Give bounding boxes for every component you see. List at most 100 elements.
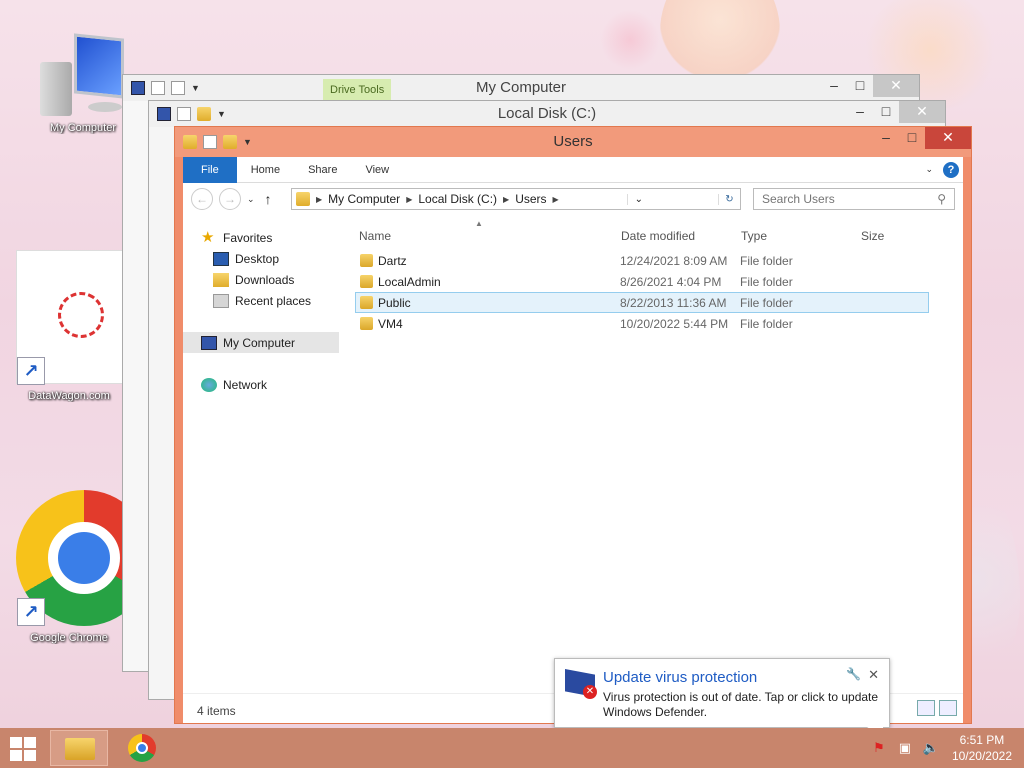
new-folder-icon[interactable] bbox=[223, 135, 237, 149]
desktop-icon-google-chrome[interactable]: Google Chrome bbox=[14, 632, 124, 644]
error-icon: ✕ bbox=[583, 685, 597, 699]
title-bar[interactable]: ▼ Local Disk (C:) – □ ✕ bbox=[149, 101, 945, 127]
details-view-icon[interactable] bbox=[917, 700, 935, 716]
nav-downloads[interactable]: Downloads bbox=[183, 269, 343, 290]
nav-favorites[interactable]: ★ Favorites bbox=[183, 227, 343, 248]
folder-icon bbox=[360, 275, 373, 288]
volume-icon[interactable]: 🔈 bbox=[922, 740, 940, 756]
nav-my-computer[interactable]: My Computer bbox=[183, 332, 339, 353]
network-status-icon[interactable]: ▣ bbox=[896, 740, 914, 756]
notification-title: Update virus protection bbox=[603, 669, 758, 686]
nav-recent-places[interactable]: Recent places bbox=[183, 290, 343, 311]
large-icons-view-icon[interactable] bbox=[939, 700, 957, 716]
file-row-vm4[interactable]: VM4 10/20/2022 5:44 PM File folder bbox=[355, 313, 929, 334]
ribbon-tabs: File Home Share View ⌄ ? bbox=[183, 156, 963, 183]
file-type: File folder bbox=[740, 296, 793, 310]
properties-icon[interactable] bbox=[177, 107, 191, 121]
minimize-button[interactable]: – bbox=[821, 75, 847, 97]
folder-icon bbox=[360, 254, 373, 267]
breadcrumb-separator-icon[interactable]: ▶ bbox=[503, 195, 509, 204]
chevron-down-icon[interactable]: ▼ bbox=[191, 83, 200, 93]
help-icon[interactable]: ? bbox=[943, 161, 959, 178]
nav-label: Downloads bbox=[235, 272, 295, 287]
start-button[interactable] bbox=[10, 737, 36, 761]
file-type: File folder bbox=[740, 254, 793, 268]
folder-icon bbox=[360, 296, 373, 309]
breadcrumb-local-disk[interactable]: Local Disk (C:) bbox=[418, 192, 497, 206]
sort-ascending-icon: ▲ bbox=[475, 219, 483, 228]
window-title: My Computer bbox=[475, 79, 567, 96]
taskbar-file-explorer[interactable] bbox=[50, 730, 108, 766]
star-icon: ★ bbox=[201, 228, 215, 246]
window-title: Local Disk (C:) bbox=[497, 105, 597, 122]
chevron-down-icon[interactable]: ▼ bbox=[243, 137, 252, 147]
breadcrumb-separator-icon[interactable]: ▶ bbox=[406, 195, 412, 204]
nav-network[interactable]: Network bbox=[183, 374, 343, 395]
column-header-size[interactable]: Size bbox=[861, 229, 884, 243]
tab-file[interactable]: File bbox=[183, 156, 237, 183]
address-bar[interactable]: ▶ My Computer ▶ Local Disk (C:) ▶ Users … bbox=[291, 188, 741, 210]
expand-ribbon-icon[interactable]: ⌄ bbox=[925, 164, 933, 175]
breadcrumb-my-computer[interactable]: My Computer bbox=[328, 192, 400, 206]
desktop-icon-datawagon[interactable]: DataWagon.com bbox=[14, 390, 124, 402]
close-button[interactable]: ✕ bbox=[873, 75, 919, 97]
title-bar[interactable]: ▼ Users – □ ✕ bbox=[175, 127, 971, 157]
forward-button[interactable]: → bbox=[219, 188, 241, 210]
action-center-flag-icon[interactable]: ⚑ bbox=[870, 740, 888, 756]
search-icon[interactable]: ⚲ bbox=[937, 192, 946, 206]
tab-view[interactable]: View bbox=[351, 157, 403, 183]
file-row-public[interactable]: Public 8/22/2013 11:36 AM File folder bbox=[355, 292, 929, 313]
column-headers: Name ▲ Date modified Type Size bbox=[351, 219, 963, 247]
column-header-name[interactable]: Name bbox=[359, 229, 391, 243]
properties-icon[interactable] bbox=[203, 135, 217, 149]
drive-tools-tab[interactable]: Drive Tools bbox=[323, 79, 392, 101]
computer-icon bbox=[131, 81, 145, 95]
close-button[interactable]: ✕ bbox=[899, 101, 945, 123]
title-bar[interactable]: ▼ Drive Tools My Computer – □ ✕ bbox=[123, 75, 919, 101]
chevron-down-icon[interactable]: ▼ bbox=[217, 109, 226, 119]
breadcrumb-users[interactable]: Users bbox=[515, 192, 546, 206]
wallpaper-petal bbox=[660, 0, 780, 80]
file-row-localadmin[interactable]: LocalAdmin 8/26/2021 4:04 PM File folder bbox=[355, 271, 929, 292]
maximize-button[interactable]: □ bbox=[899, 127, 925, 149]
address-dropdown-icon[interactable]: ⌄ bbox=[627, 193, 649, 205]
clock[interactable]: 6:51 PM 10/20/2022 bbox=[952, 732, 1012, 764]
column-header-date[interactable]: Date modified bbox=[621, 229, 695, 243]
file-type: File folder bbox=[740, 275, 793, 289]
file-date: 8/22/2013 11:36 AM bbox=[620, 296, 727, 310]
minimize-button[interactable]: – bbox=[873, 127, 899, 149]
wrench-icon[interactable]: 🔧 bbox=[846, 667, 861, 681]
new-folder-icon[interactable] bbox=[171, 81, 185, 95]
back-button[interactable]: ← bbox=[191, 188, 213, 210]
tab-home[interactable]: Home bbox=[237, 157, 294, 183]
recent-locations-icon[interactable]: ⌄ bbox=[247, 194, 255, 205]
refresh-icon[interactable]: ↻ bbox=[718, 193, 740, 205]
chrome-icon bbox=[128, 734, 156, 762]
shortcut-arrow-icon: ↗ bbox=[17, 598, 45, 626]
up-button[interactable]: ↑ bbox=[265, 191, 272, 207]
nav-desktop[interactable]: Desktop bbox=[183, 248, 343, 269]
breadcrumb-separator-icon[interactable]: ▶ bbox=[316, 195, 322, 204]
tab-share[interactable]: Share bbox=[294, 157, 351, 183]
notification-body: Virus protection is out of date. Tap or … bbox=[603, 690, 879, 719]
breadcrumb-separator-icon[interactable]: ▶ bbox=[553, 195, 559, 204]
nav-label: Favorites bbox=[223, 230, 273, 245]
properties-icon[interactable] bbox=[151, 81, 165, 95]
close-button[interactable]: ✕ bbox=[925, 127, 971, 149]
maximize-button[interactable]: □ bbox=[873, 101, 899, 123]
notification-toast[interactable]: ✕ Update virus protection Virus protecti… bbox=[554, 658, 890, 737]
computer-icon bbox=[40, 33, 126, 116]
new-folder-icon[interactable] bbox=[197, 107, 211, 121]
maximize-button[interactable]: □ bbox=[847, 75, 873, 97]
folder-icon bbox=[296, 192, 310, 206]
notification-close-icon[interactable]: ✕ bbox=[868, 667, 879, 683]
file-row-dartz[interactable]: Dartz 12/24/2021 8:09 AM File folder bbox=[355, 250, 929, 271]
window-users[interactable]: ▼ Users – □ ✕ File Home Share View ⌄ ? ←… bbox=[174, 126, 972, 724]
search-input[interactable] bbox=[762, 192, 938, 206]
column-header-type[interactable]: Type bbox=[741, 229, 767, 243]
folder-icon bbox=[183, 135, 197, 149]
search-box[interactable]: ⚲ bbox=[753, 188, 955, 210]
minimize-button[interactable]: – bbox=[847, 101, 873, 123]
taskbar-chrome[interactable] bbox=[114, 730, 172, 766]
navigation-pane: ★ Favorites Desktop Downloads Recent pla… bbox=[183, 215, 343, 693]
